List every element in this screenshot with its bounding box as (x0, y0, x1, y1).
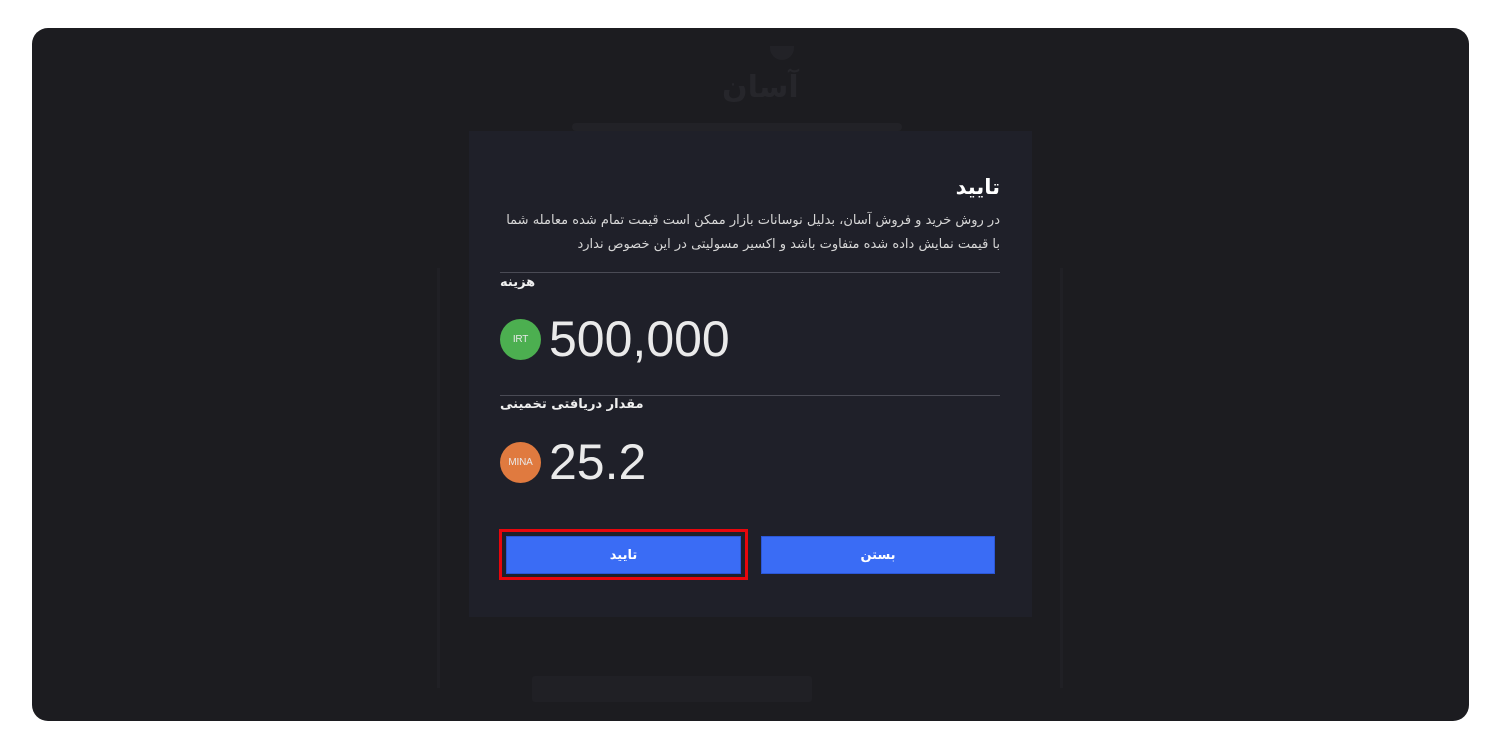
currency-code: MINA (508, 456, 533, 468)
irt-currency-icon: IRT (500, 318, 541, 360)
estimated-amount-label: مقدار دریافتی تخمینی (500, 397, 644, 412)
background-footer-element (532, 676, 812, 702)
background-subtitle (572, 123, 902, 131)
cost-label: هزینه (500, 275, 536, 290)
estimated-value: 25.2 (549, 434, 647, 490)
dialog-description: در روش خرید و فروش آسان، بدلیل نوسانات ب… (506, 213, 1000, 252)
background-logo-icon (770, 46, 794, 60)
mina-currency-icon: MINA (500, 441, 541, 483)
background-panel-edge-right (1060, 268, 1063, 688)
confirm-button[interactable]: تایید (506, 536, 741, 574)
confirm-dialog: تایید در روش خرید و فروش آسان، بدلیل نوس… (469, 131, 1032, 617)
app-frame: آسان تایید در روش خرید و فروش آسان، بدلی… (32, 28, 1469, 721)
currency-code: IRT (512, 333, 529, 345)
cost-value: 500,000 (549, 311, 730, 367)
dialog-title: تایید (955, 175, 1000, 199)
background-panel-edge-left (437, 268, 440, 688)
cost-amount-row: IRT 500,000 (500, 314, 730, 364)
divider (500, 395, 1000, 396)
divider (500, 272, 1000, 273)
estimated-amount-row: MINA 25.2 (500, 437, 646, 487)
background-page-title: آسان (722, 70, 799, 105)
close-button[interactable]: بستن (761, 536, 995, 574)
